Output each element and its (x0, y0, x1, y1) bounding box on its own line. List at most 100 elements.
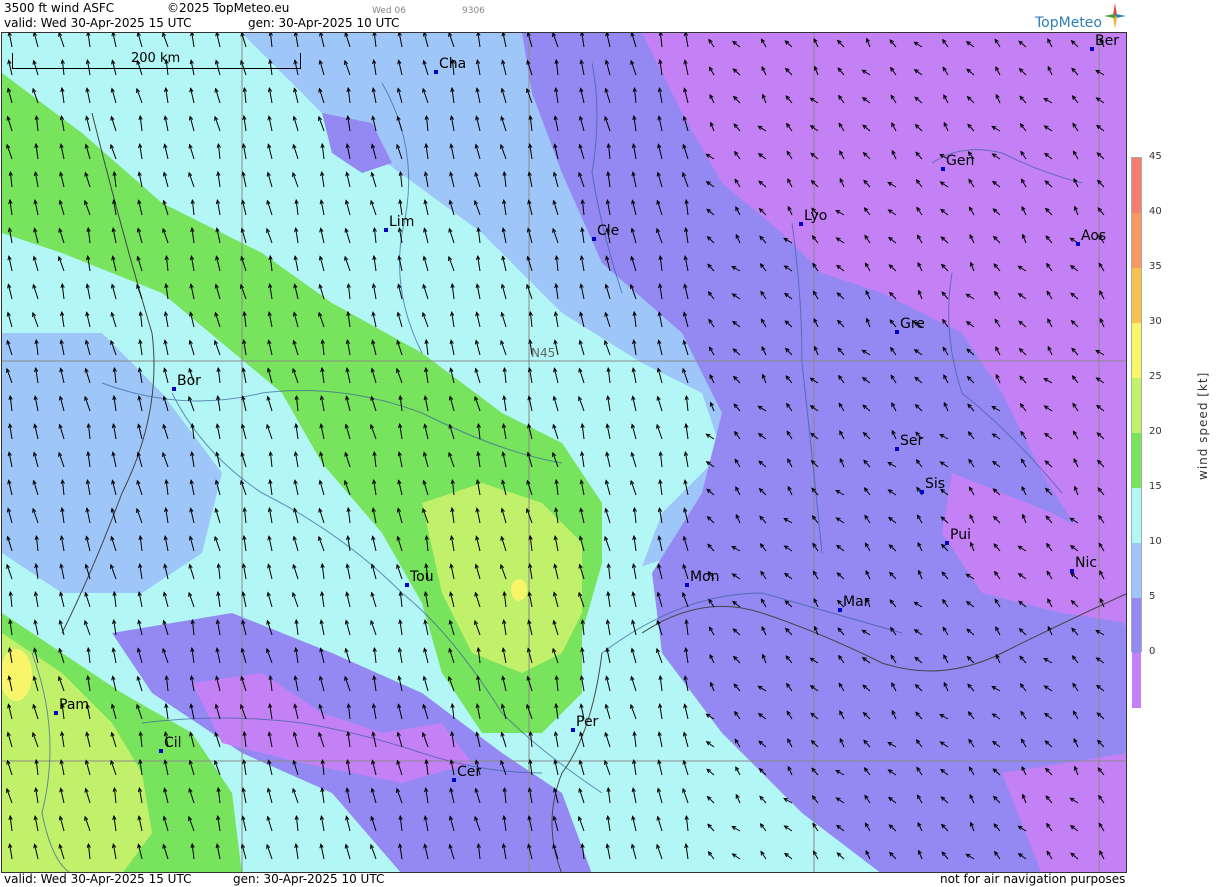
wind-arrow (164, 478, 169, 496)
wind-arrow (783, 825, 793, 832)
wind-arrow (163, 759, 169, 776)
city-marker[interactable] (685, 583, 689, 587)
city-label: Bor (177, 373, 201, 389)
wind-arrow (371, 703, 377, 720)
copyright-text: ©2025 TopMeteo.eu (167, 1, 290, 15)
city-marker[interactable] (405, 583, 409, 587)
wind-arrow (838, 654, 845, 664)
city-marker[interactable] (159, 749, 163, 753)
wind-arrow (8, 843, 13, 860)
city-marker[interactable] (172, 387, 176, 391)
city-marker[interactable] (452, 778, 456, 782)
wind-arrow (448, 675, 455, 692)
wind-arrow (526, 675, 533, 692)
wind-arrow (1045, 795, 1053, 804)
city-marker[interactable] (384, 228, 388, 232)
wind-arrow (396, 731, 403, 748)
colorbar-tick-label: 20 (1149, 426, 1162, 437)
wind-arrow (889, 599, 897, 608)
wind-arrow (450, 311, 455, 328)
city-marker[interactable] (54, 711, 58, 715)
wind-arrow (656, 787, 663, 804)
wind-arrow (657, 311, 663, 328)
wind-arrow (656, 423, 663, 440)
wind-arrow (888, 571, 897, 580)
wind-arrow (732, 95, 741, 104)
wind-arrow (319, 199, 325, 216)
wind-arrow (216, 366, 221, 384)
wind-arrow (631, 171, 637, 188)
wind-arrow (682, 311, 689, 328)
logo-text: TopMeteo (1035, 15, 1102, 31)
wind-arrow (838, 682, 845, 692)
wind-arrow (787, 738, 793, 748)
wind-arrow (190, 198, 195, 216)
wind-arrow (605, 33, 611, 48)
city-marker[interactable] (1090, 47, 1094, 51)
wind-arrow (1096, 712, 1105, 720)
wind-arrow (240, 479, 247, 496)
wind-arrow (242, 730, 247, 748)
city-marker[interactable] (592, 237, 596, 241)
wind-arrow (1070, 852, 1079, 860)
wind-arrow (528, 114, 533, 132)
colorbar-tick-label: 0 (1149, 646, 1156, 657)
wind-arrow (423, 423, 429, 440)
wind-arrow (580, 198, 585, 216)
city-marker[interactable] (945, 541, 949, 545)
city-marker[interactable] (895, 330, 899, 334)
wind-arrow (656, 367, 663, 384)
wind-arrow (1043, 125, 1053, 132)
city-marker[interactable] (571, 728, 575, 732)
wind-arrow (344, 227, 351, 244)
wind-arrow (579, 87, 585, 104)
city-marker[interactable] (799, 222, 803, 226)
wind-arrow (188, 563, 195, 580)
city-marker[interactable] (920, 490, 924, 494)
wind-arrow (215, 199, 221, 216)
wind-arrow (835, 489, 845, 496)
wind-arrow (1044, 740, 1053, 748)
wind-arrow (215, 255, 221, 272)
wind-arrow (784, 627, 793, 636)
wind-arrow (370, 619, 377, 636)
wind-arrow (759, 822, 767, 832)
wind-arrow (216, 142, 221, 160)
wind-arrow (527, 199, 533, 216)
wind-arrow (111, 479, 117, 496)
city-marker[interactable] (941, 167, 945, 171)
wind-arrow (785, 655, 793, 664)
wind-arrow (526, 647, 533, 664)
city-marker[interactable] (895, 447, 899, 451)
wind-arrow (189, 87, 195, 104)
wind-arrow (110, 311, 117, 328)
wind-arrow (319, 619, 325, 636)
city-label: Aos (1081, 228, 1107, 244)
wind-arrow (370, 563, 377, 580)
wind-arrow (370, 423, 377, 440)
wind-arrow (605, 255, 611, 272)
wind-arrow (474, 563, 481, 580)
wind-arrow (110, 731, 117, 748)
wind-arrow (32, 283, 39, 300)
wind-arrow (398, 170, 403, 188)
wind-arrow (787, 178, 793, 188)
wind-arrow (1046, 850, 1053, 860)
city-marker[interactable] (838, 608, 842, 612)
wind-arrow (526, 507, 533, 524)
wind-arrow (214, 703, 221, 720)
city-marker[interactable] (434, 70, 438, 74)
wind-arrow (292, 787, 299, 804)
wind-arrow (732, 348, 741, 356)
wind-arrow (939, 461, 949, 468)
city-marker[interactable] (1076, 242, 1080, 246)
wind-arrow (344, 479, 351, 496)
wind-arrow (1095, 124, 1105, 132)
wind-map[interactable]: 200 km N45 Cha Ber Gen Lyo Lim Cle Aos Gre Bor Se… (1, 32, 1127, 873)
city-marker[interactable] (1070, 569, 1074, 573)
wind-arrow (474, 171, 481, 188)
wind-arrow (501, 59, 507, 76)
wind-arrow (423, 647, 429, 664)
wind-arrow (684, 422, 689, 440)
wind-arrow (552, 619, 559, 636)
